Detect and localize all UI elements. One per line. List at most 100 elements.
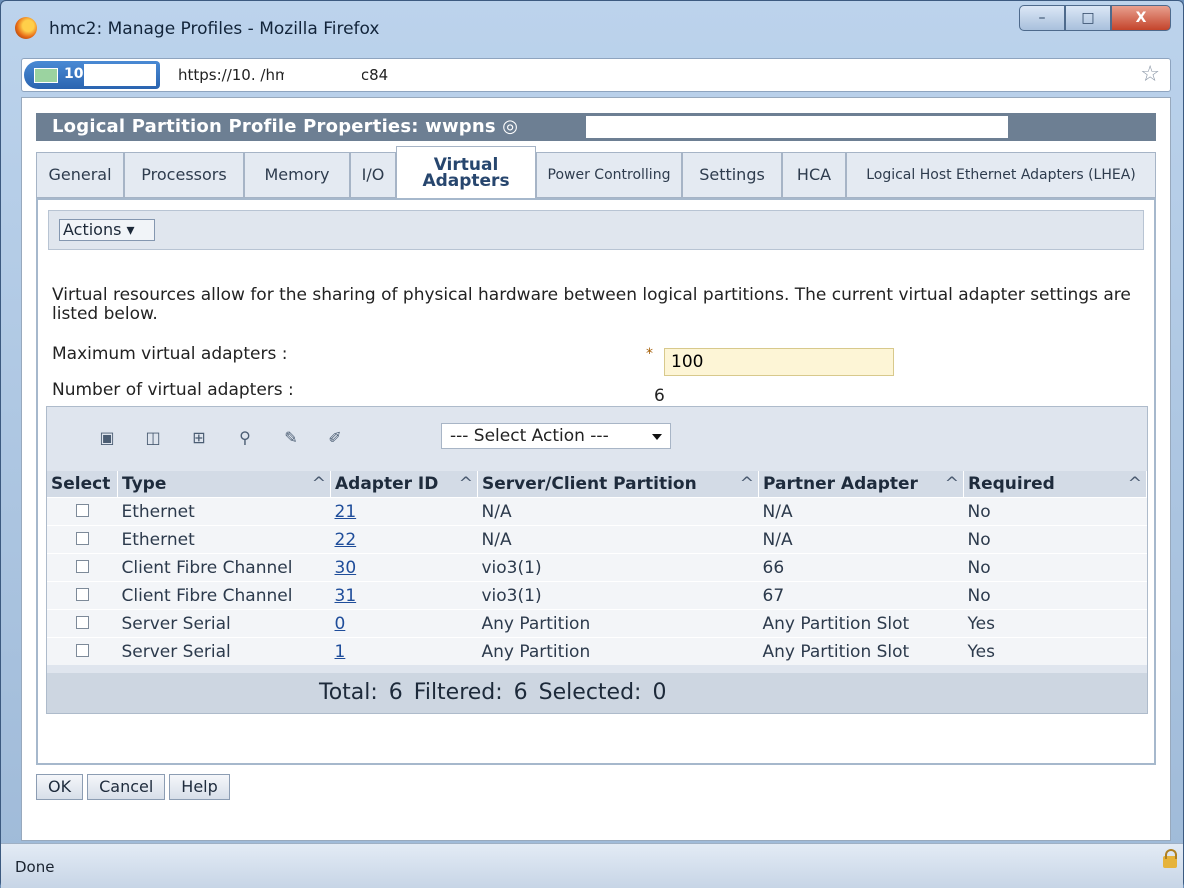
description-text: Virtual resources allow for the sharing … [52, 285, 1131, 324]
required-cell: No [963, 553, 1147, 582]
row-checkbox[interactable] [75, 615, 89, 629]
row-select-cell [47, 637, 118, 665]
ok-button[interactable]: OK [36, 774, 84, 800]
type-cell: Server Serial [117, 637, 331, 665]
row-checkbox[interactable] [75, 587, 89, 601]
window-controls: – □ X [1019, 5, 1171, 31]
max-adapters-label: Maximum virtual adapters : [52, 344, 288, 364]
required-marker: * [646, 346, 653, 362]
adapter-id-link[interactable]: 31 [335, 586, 357, 606]
minimize-button[interactable]: – [1019, 5, 1065, 31]
col-type[interactable]: Type ^ [117, 471, 331, 498]
deselect-all-icon[interactable]: ◫ [141, 425, 165, 449]
redacted-block [84, 64, 156, 86]
partner-cell: 67 [758, 581, 964, 610]
row-checkbox[interactable] [75, 559, 89, 573]
tab-memory[interactable]: Memory [244, 152, 350, 198]
row-checkbox[interactable] [75, 503, 89, 517]
required-cell: No [963, 497, 1147, 526]
info-icon: ◎ [502, 116, 519, 137]
select-action-dropdown[interactable]: --- Select Action --- [441, 423, 671, 449]
partner-cell: 66 [758, 553, 964, 582]
help-button[interactable]: Help [169, 774, 230, 800]
page-title-bar: Logical Partition Profile Properties: ww… [36, 113, 1156, 141]
site-identity-button[interactable]: 10. [24, 61, 160, 89]
firefox-icon [15, 17, 37, 39]
close-button[interactable]: X [1111, 5, 1171, 31]
chevron-down-icon [652, 434, 662, 440]
virtual-adapters-panel: Actions ▾ Virtual resources allow for th… [36, 198, 1156, 765]
partner-cell: Any Partition Slot [758, 637, 964, 665]
sort-icon[interactable]: ^ [740, 474, 754, 494]
table-summary: Total: 6 Filtered: 6 Selected: 0 [319, 680, 667, 705]
table-header-row: Select Type ^ Adapter ID ^ Server/Client P… [47, 471, 1147, 498]
tab-hca[interactable]: HCA [782, 152, 846, 198]
col-partition[interactable]: Server/Client Partition ^ [477, 471, 759, 498]
col-required[interactable]: Required ^ [963, 471, 1147, 498]
browser-window: hmc2: Manage Profiles - Mozilla Firefox … [0, 0, 1184, 888]
adapter-id-link[interactable]: 22 [335, 530, 357, 550]
required-cell: No [963, 581, 1147, 610]
table-row: Ethernet 22 N/A N/A No [47, 525, 1147, 554]
row-select-cell [47, 581, 118, 610]
type-cell: Client Fibre Channel [117, 581, 331, 610]
sort-icon[interactable]: ^ [1128, 474, 1142, 494]
required-cell: Yes [963, 637, 1147, 665]
row-select-cell [47, 497, 118, 526]
actions-bar: Actions ▾ [48, 210, 1144, 250]
partition-cell: vio3(1) [477, 581, 759, 610]
clear-filter-icon[interactable]: ⚲ [233, 425, 257, 449]
sort-icon[interactable]: ^ [459, 474, 473, 494]
adapter-id-link[interactable]: 1 [335, 642, 346, 662]
adapter-id-cell: 22 [330, 525, 478, 554]
type-cell: Ethernet [117, 497, 331, 526]
tab-lhea[interactable]: Logical Host Ethernet Adapters (LHEA) [846, 152, 1156, 198]
tab-io[interactable]: I/O [350, 152, 396, 198]
actions-menu-button[interactable]: Actions ▾ [59, 219, 155, 241]
redacted-block [586, 116, 1008, 138]
page-title: Logical Partition Profile Properties: ww… [52, 116, 519, 137]
table-row: Ethernet 21 N/A N/A No [47, 497, 1147, 526]
row-select-cell [47, 553, 118, 582]
partition-cell: N/A [477, 497, 759, 526]
adapters-table-container: ▣ ◫ ⊞ ⚲ ✎ ✐ --- Select Action --- Select… [46, 406, 1148, 714]
partner-cell: Any Partition Slot [758, 609, 964, 638]
tab-processors[interactable]: Processors [124, 152, 244, 198]
adapter-id-cell: 30 [330, 553, 478, 582]
star-icon[interactable]: ☆ [1140, 62, 1160, 87]
clear-sort-icon[interactable]: ✐ [323, 425, 347, 449]
filter-icon[interactable]: ⊞ [187, 425, 211, 449]
edit-sort-icon[interactable]: ✎ [279, 425, 303, 449]
adapter-id-cell: 1 [330, 637, 478, 665]
adapter-id-cell: 0 [330, 609, 478, 638]
type-cell: Ethernet [117, 525, 331, 554]
adapter-id-link[interactable]: 21 [335, 502, 357, 522]
tab-settings[interactable]: Settings [682, 152, 782, 198]
maximize-button[interactable]: □ [1065, 5, 1111, 31]
cancel-button[interactable]: Cancel [87, 774, 166, 800]
partition-cell: vio3(1) [477, 553, 759, 582]
tab-general[interactable]: General [36, 152, 124, 198]
adapter-id-link[interactable]: 30 [335, 558, 357, 578]
sort-icon[interactable]: ^ [945, 474, 959, 494]
table-row: Client Fibre Channel 30 vio3(1) 66 No [47, 553, 1147, 582]
adapter-id-cell: 31 [330, 581, 478, 610]
tab-virtual-adapters[interactable]: Virtual Adapters [396, 146, 536, 199]
partition-cell: N/A [477, 525, 759, 554]
adapter-id-link[interactable]: 0 [335, 614, 346, 634]
select-action-label: --- Select Action --- [450, 426, 609, 446]
col-select: Select [47, 471, 118, 498]
row-checkbox[interactable] [75, 643, 89, 657]
select-all-icon[interactable]: ▣ [95, 425, 119, 449]
sort-icon[interactable]: ^ [312, 474, 326, 494]
title-bar: hmc2: Manage Profiles - Mozilla Firefox … [1, 1, 1183, 47]
col-partner[interactable]: Partner Adapter ^ [758, 471, 964, 498]
row-checkbox[interactable] [75, 531, 89, 545]
adapters-table: Select Type ^ Adapter ID ^ Server/Client P… [47, 471, 1147, 665]
url-bar[interactable]: 10. https://10. /hmc/wcl/T19c84 ☆ [21, 58, 1171, 92]
col-adapter-id[interactable]: Adapter ID ^ [330, 471, 478, 498]
tab-power-controlling[interactable]: Power Controlling [536, 152, 682, 198]
status-text: Done [15, 858, 55, 876]
row-select-cell [47, 609, 118, 638]
max-adapters-input[interactable]: 100 [664, 348, 894, 376]
